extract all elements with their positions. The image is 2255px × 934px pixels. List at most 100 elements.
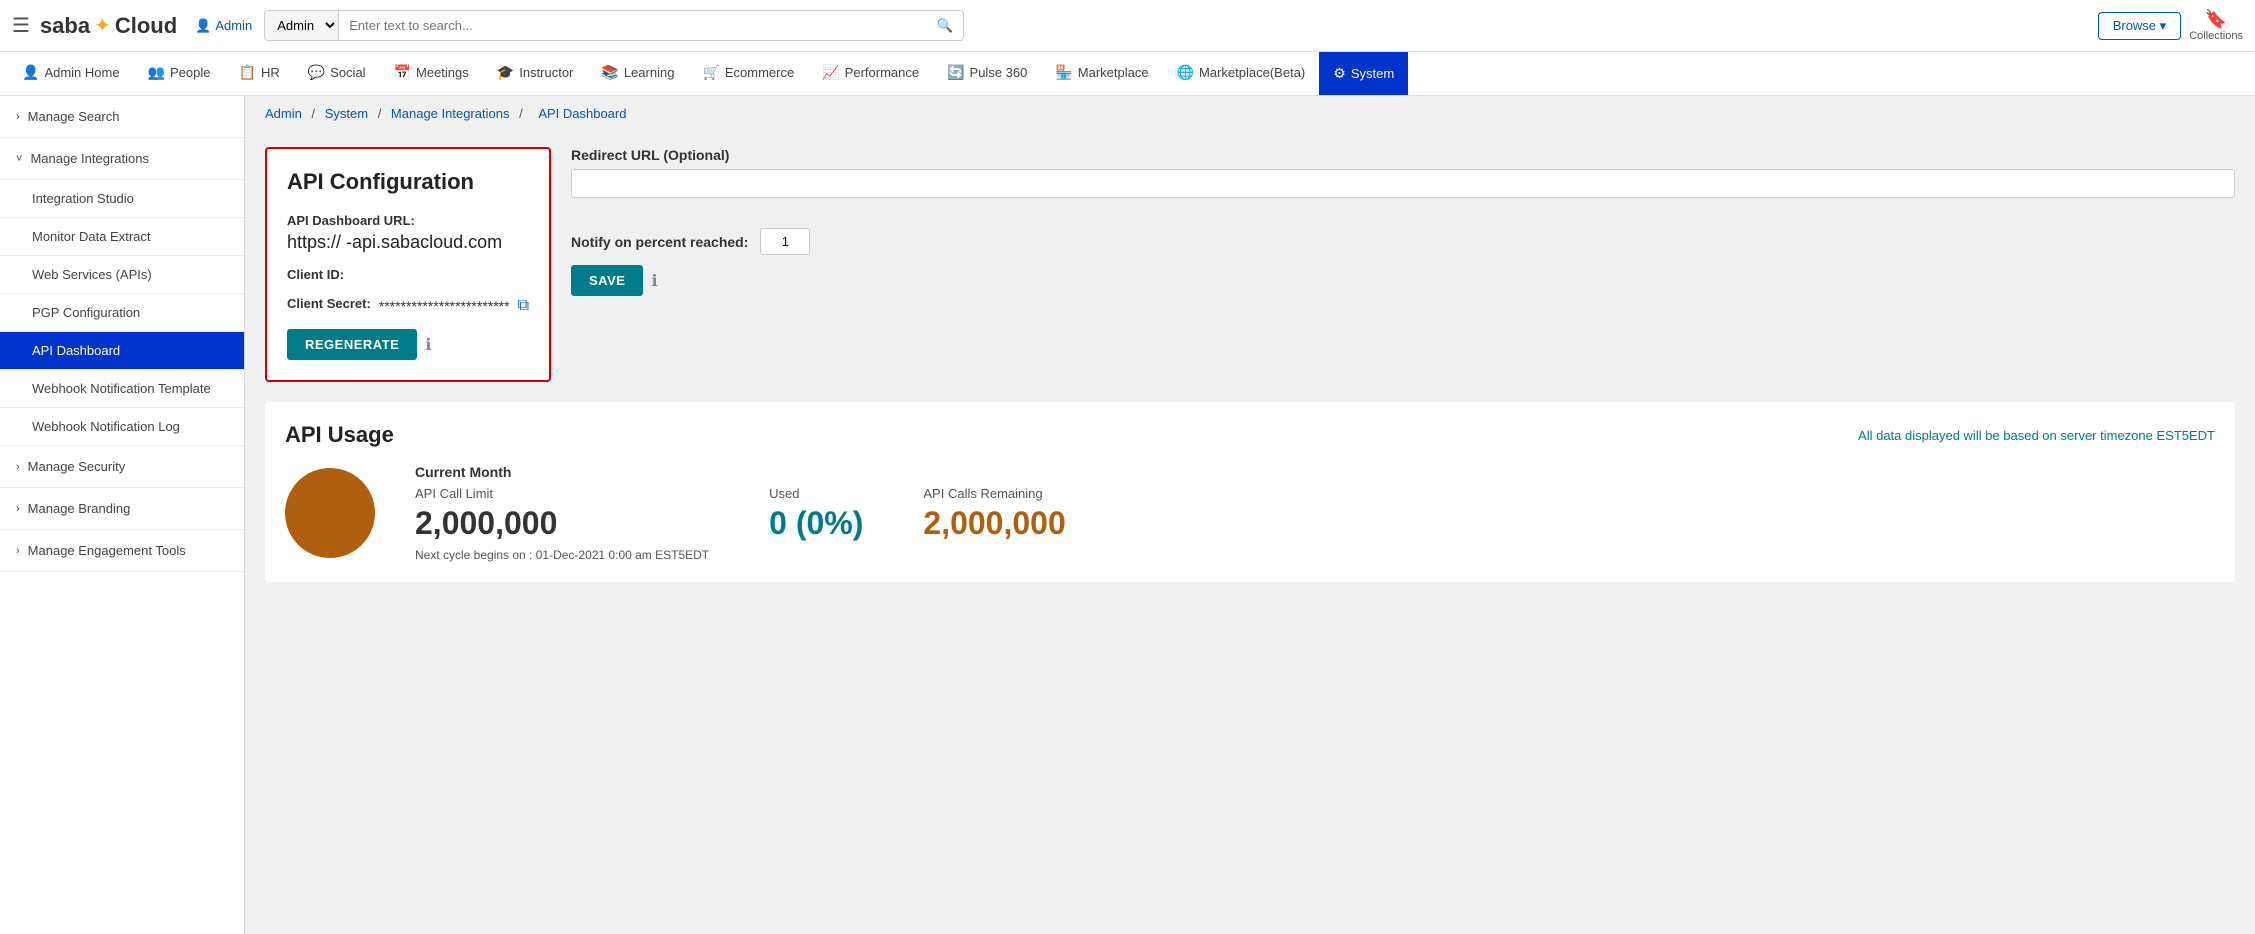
- nav-item-people-label: People: [170, 65, 210, 80]
- api-client-id-field: Client ID:: [287, 267, 529, 282]
- nav-item-ecommerce[interactable]: 🛒 Ecommerce: [688, 52, 808, 95]
- web-services-apis-label: Web Services (APIs): [32, 267, 152, 282]
- notify-row: Notify on percent reached:: [571, 228, 2235, 255]
- api-url-field: API Dashboard URL: https:// -api.sabaclo…: [287, 213, 529, 253]
- nav-item-meetings-label: Meetings: [416, 65, 469, 80]
- nav-item-admin-home[interactable]: 👤 Admin Home: [8, 52, 134, 95]
- api-usage-header: API Usage All data displayed will be bas…: [285, 422, 2215, 448]
- search-input[interactable]: [339, 12, 926, 39]
- meetings-icon: 📅: [394, 64, 411, 81]
- nav-item-hr-label: HR: [261, 65, 280, 80]
- sidebar-sub-item-api-dashboard[interactable]: API Dashboard: [0, 332, 244, 370]
- nav-item-marketplace-label: Marketplace: [1078, 65, 1149, 80]
- sidebar-item-manage-engagement-tools[interactable]: › Manage Engagement Tools: [0, 530, 244, 572]
- copy-icon[interactable]: ⧉: [518, 297, 529, 315]
- breadcrumb-admin[interactable]: Admin: [265, 106, 302, 121]
- admin-label: Admin: [215, 18, 252, 33]
- sidebar-item-manage-security-label: Manage Security: [28, 459, 126, 474]
- usage-content: Current Month API Call Limit 2,000,000 N…: [285, 464, 2215, 562]
- admin-home-icon: 👤: [22, 64, 39, 81]
- redirect-url-field: Redirect URL (Optional): [571, 147, 2235, 198]
- notify-section: Notify on percent reached: SAVE ℹ: [571, 228, 2235, 296]
- search-bar: Admin 🔍: [264, 10, 964, 41]
- nav-item-learning[interactable]: 📚 Learning: [587, 52, 688, 95]
- sidebar-sub-item-webhook-notification-log[interactable]: Webhook Notification Log: [0, 408, 244, 446]
- api-config-title: API Configuration: [287, 169, 529, 195]
- breadcrumb-manage-integrations[interactable]: Manage Integrations: [391, 106, 510, 121]
- sidebar-item-manage-security[interactable]: › Manage Security: [0, 446, 244, 488]
- stat-block-limit: Current Month API Call Limit 2,000,000 N…: [415, 464, 709, 562]
- notify-label: Notify on percent reached:: [571, 234, 748, 250]
- timezone-note: All data displayed will be based on serv…: [1858, 428, 2215, 443]
- sidebar-item-manage-search[interactable]: › Manage Search: [0, 96, 244, 138]
- regenerate-button[interactable]: REGENERATE: [287, 329, 417, 360]
- notify-input[interactable]: [760, 228, 810, 255]
- sidebar-sub-item-integration-studio[interactable]: Integration Studio: [0, 180, 244, 218]
- admin-person-icon: 👤: [195, 18, 211, 34]
- nav-item-marketplace-beta-label: Marketplace(Beta): [1199, 65, 1305, 80]
- content-area: API Configuration API Dashboard URL: htt…: [245, 131, 2255, 598]
- info-icon[interactable]: ℹ: [425, 335, 431, 355]
- ecommerce-icon: 🛒: [702, 64, 719, 81]
- client-secret-row: Client Secret: ************************ …: [287, 296, 529, 315]
- breadcrumb-sep-2: /: [378, 106, 385, 121]
- sidebar-sub-item-monitor-data-extract[interactable]: Monitor Data Extract: [0, 218, 244, 256]
- nav-item-performance[interactable]: 📈 Performance: [808, 52, 933, 95]
- nav-item-meetings[interactable]: 📅 Meetings: [380, 52, 483, 95]
- admin-badge[interactable]: 👤 Admin: [195, 18, 252, 34]
- nav-item-pulse360[interactable]: 🔄 Pulse 360: [933, 52, 1041, 95]
- top-bar-left: ☰ saba ✦ Cloud 👤 Admin: [12, 13, 252, 39]
- pgp-configuration-label: PGP Configuration: [32, 305, 140, 320]
- nav-item-ecommerce-label: Ecommerce: [725, 65, 794, 80]
- nav-item-social[interactable]: 💬 Social: [294, 52, 380, 95]
- main-content: Admin / System / Manage Integrations / A…: [245, 96, 2255, 934]
- used-label: Used: [769, 486, 863, 501]
- chevron-right-engagement-icon: ›: [16, 545, 20, 557]
- monitor-data-extract-label: Monitor Data Extract: [32, 229, 151, 244]
- nav-item-people[interactable]: 👥 People: [134, 52, 225, 95]
- nav-item-admin-home-label: Admin Home: [44, 65, 119, 80]
- pulse360-icon: 🔄: [947, 64, 964, 81]
- top-bar-right: Browse ▾ 🔖 Collections: [2098, 9, 2243, 42]
- search-button[interactable]: 🔍: [927, 12, 964, 40]
- main-layout: › Manage Search ˅ Manage Integrations In…: [0, 96, 2255, 934]
- breadcrumb-system[interactable]: System: [325, 106, 368, 121]
- sidebar-item-manage-branding-label: Manage Branding: [28, 501, 131, 516]
- remaining-value: 2,000,000: [923, 505, 1065, 542]
- people-icon: 👥: [148, 64, 165, 81]
- nav-item-pulse360-label: Pulse 360: [970, 65, 1028, 80]
- api-url-value: https:// -api.sabacloud.com: [287, 232, 529, 253]
- nav-item-marketplace[interactable]: 🏪 Marketplace: [1041, 52, 1162, 95]
- hr-icon: 📋: [239, 64, 256, 81]
- sidebar-sub-item-pgp-configuration[interactable]: PGP Configuration: [0, 294, 244, 332]
- call-limit-value: 2,000,000: [415, 505, 709, 542]
- nav-item-system-label: System: [1351, 66, 1394, 81]
- nav-item-learning-label: Learning: [624, 65, 675, 80]
- hamburger-icon[interactable]: ☰: [12, 13, 30, 38]
- save-row: SAVE ℹ: [571, 265, 2235, 296]
- sidebar-sub-item-web-services-apis[interactable]: Web Services (APIs): [0, 256, 244, 294]
- sidebar-item-manage-integrations[interactable]: ˅ Manage Integrations: [0, 138, 244, 180]
- save-info-icon[interactable]: ℹ: [651, 271, 657, 291]
- nav-item-instructor[interactable]: 🎓 Instructor: [483, 52, 588, 95]
- api-client-id-label: Client ID:: [287, 267, 529, 282]
- nav-item-marketplace-beta[interactable]: 🌐 Marketplace(Beta): [1163, 52, 1320, 95]
- collections-button[interactable]: 🔖 Collections: [2189, 9, 2243, 42]
- used-value: 0 (0%): [769, 505, 863, 542]
- nav-item-hr[interactable]: 📋 HR: [225, 52, 294, 95]
- redirect-url-label: Redirect URL (Optional): [571, 147, 2235, 163]
- sidebar-item-manage-branding[interactable]: › Manage Branding: [0, 488, 244, 530]
- logo-star-icon: ✦: [94, 13, 111, 38]
- search-dropdown[interactable]: Admin: [265, 11, 339, 40]
- save-button[interactable]: SAVE: [571, 265, 643, 296]
- system-icon: ⚙: [1333, 65, 1346, 82]
- breadcrumb-current: API Dashboard: [538, 106, 626, 121]
- nav-item-system[interactable]: ⚙ System: [1319, 52, 1408, 95]
- chevron-right-icon: ›: [16, 111, 20, 123]
- browse-button[interactable]: Browse ▾: [2098, 12, 2182, 40]
- sidebar-sub-item-webhook-notification-template[interactable]: Webhook Notification Template: [0, 370, 244, 408]
- breadcrumb-sep-1: /: [311, 106, 318, 121]
- redirect-url-input[interactable]: [571, 169, 2235, 198]
- api-dashboard-label: API Dashboard: [32, 343, 120, 358]
- collections-icon: 🔖: [2205, 9, 2227, 30]
